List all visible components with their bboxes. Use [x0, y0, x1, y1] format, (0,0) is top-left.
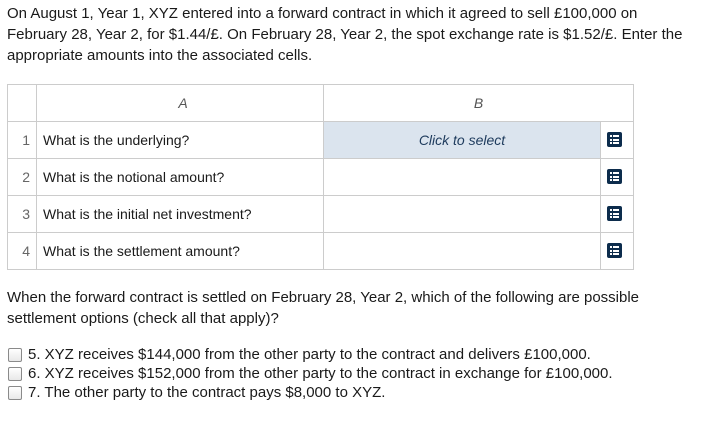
dropdown-cell[interactable]	[600, 158, 634, 196]
question-cell: What is the initial net investment?	[36, 195, 324, 233]
column-b-header: B	[323, 84, 634, 122]
option-label: 7. The other party to the contract pays …	[28, 384, 386, 401]
checkbox[interactable]	[8, 347, 22, 362]
row-number: 1	[7, 121, 37, 159]
option-7[interactable]: 7. The other party to the contract pays …	[7, 383, 613, 402]
checkbox[interactable]	[8, 385, 22, 400]
dropdown-cell[interactable]	[600, 195, 634, 233]
table-row: 1 What is the underlying? Click to selec…	[7, 121, 634, 159]
table-row: 2 What is the notional amount?	[7, 158, 634, 196]
answer-cell-notional[interactable]	[323, 158, 601, 196]
option-label: 6. XYZ receives $152,000 from the other …	[28, 365, 613, 382]
checkbox[interactable]	[8, 366, 22, 381]
list-select-icon[interactable]	[607, 132, 622, 147]
settlement-question: When the forward contract is settled on …	[7, 289, 640, 327]
dropdown-cell[interactable]	[600, 121, 634, 159]
question-cell: What is the settlement amount?	[36, 232, 324, 270]
list-select-icon[interactable]	[607, 243, 622, 258]
intro-text: On August 1, Year 1, XYZ entered into a …	[7, 5, 683, 64]
option-6[interactable]: 6. XYZ receives $152,000 from the other …	[7, 364, 613, 383]
list-select-icon[interactable]	[607, 206, 622, 221]
answer-cell-settlement[interactable]	[323, 232, 601, 270]
click-to-select-label[interactable]: Click to select	[324, 122, 600, 158]
option-label: 5. XYZ receives $144,000 from the other …	[28, 346, 591, 363]
question-cell: What is the notional amount?	[36, 158, 324, 196]
answer-table: A B 1 What is the underlying? Click to s…	[7, 84, 634, 270]
options-list: 5. XYZ receives $144,000 from the other …	[7, 345, 613, 402]
list-select-icon[interactable]	[607, 169, 622, 184]
answer-cell-underlying[interactable]: Click to select	[323, 121, 601, 159]
corner-cell	[7, 84, 37, 122]
row-number: 4	[7, 232, 37, 270]
question-cell: What is the underlying?	[36, 121, 324, 159]
table-row: 3 What is the initial net investment?	[7, 195, 634, 233]
row-number: 2	[7, 158, 37, 196]
table-row: 4 What is the settlement amount?	[7, 232, 634, 270]
option-5[interactable]: 5. XYZ receives $144,000 from the other …	[7, 345, 613, 364]
column-a-header: A	[36, 84, 324, 122]
answer-cell-initial-investment[interactable]	[323, 195, 601, 233]
dropdown-cell[interactable]	[600, 232, 634, 270]
row-number: 3	[7, 195, 37, 233]
